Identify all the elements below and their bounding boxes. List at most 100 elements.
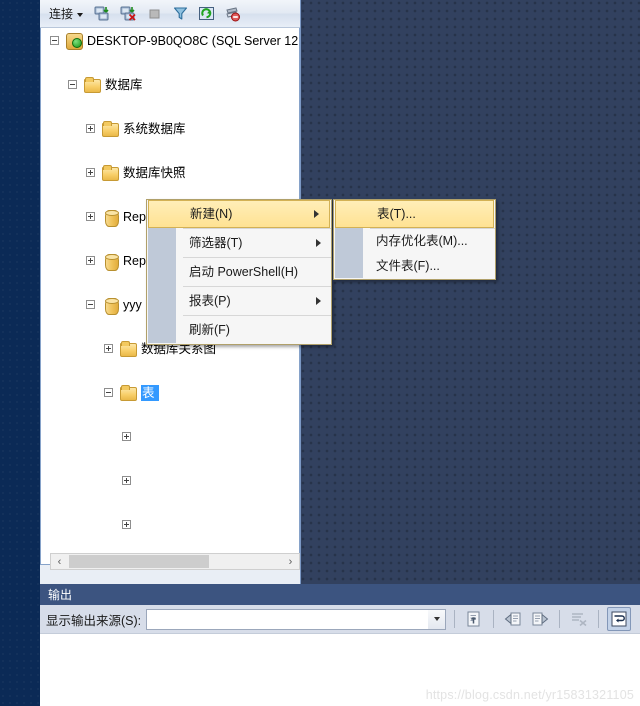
toolbar-separator xyxy=(559,610,561,628)
watermark-text: https://blog.csdn.net/yr15831321105 xyxy=(425,688,634,702)
go-to-next-message-button[interactable] xyxy=(529,608,551,630)
toolbar-separator xyxy=(598,610,600,628)
submenu-item-label: 表(T)... xyxy=(377,207,416,221)
context-menu-item-label: 新建(N) xyxy=(190,207,233,221)
folder-icon xyxy=(84,77,101,93)
tree-row-system-databases[interactable]: 系统数据库 xyxy=(41,118,299,140)
output-title-bar: 输出 xyxy=(40,584,640,605)
connect-object-explorer-button[interactable] xyxy=(91,2,114,25)
tree-row-hidden-1[interactable] xyxy=(41,426,299,448)
show-output-from-combobox[interactable] xyxy=(146,608,447,630)
server-icon xyxy=(66,33,83,50)
context-menu-item-refresh[interactable]: 刷新(F) xyxy=(147,316,331,344)
expand-toggle[interactable] xyxy=(86,212,95,221)
clear-all-button[interactable] xyxy=(568,608,590,630)
stop-icon xyxy=(149,9,160,19)
scroll-right-arrow-icon[interactable]: › xyxy=(282,554,299,569)
tree-row-hidden-3[interactable] xyxy=(41,514,299,536)
folder-icon xyxy=(102,165,119,181)
new-submenu[interactable]: 表(T)... 内存优化表(M)... 文件表(F)... xyxy=(333,199,496,280)
tree-label: 系统数据库 xyxy=(123,122,186,136)
submenu-item-label: 内存优化表(M)... xyxy=(376,234,468,248)
collapse-toggle[interactable] xyxy=(104,388,113,397)
tree-row-hidden-2[interactable] xyxy=(41,470,299,492)
find-message-icon xyxy=(467,611,480,627)
arrow-right-icon xyxy=(532,612,549,626)
scroll-left-arrow-icon[interactable]: ‹ xyxy=(51,554,68,569)
refresh-icon xyxy=(199,7,215,20)
desktop-background-left xyxy=(0,0,40,706)
context-menu-item-start-powershell[interactable]: 启动 PowerShell(H) xyxy=(147,258,331,286)
tree-row-server[interactable]: DESKTOP-9B0QO8C (SQL Server 12 xyxy=(41,30,299,52)
tree-label: 表 xyxy=(142,386,155,400)
context-menu-item-label: 启动 PowerShell(H) xyxy=(189,265,299,279)
refresh-button[interactable] xyxy=(195,2,218,25)
no-sync-icon xyxy=(226,7,241,22)
go-to-previous-message-button[interactable] xyxy=(502,608,524,630)
context-menu-item-label: 刷新(F) xyxy=(189,323,230,337)
expand-toggle[interactable] xyxy=(104,344,113,353)
collapse-toggle[interactable] xyxy=(50,36,59,45)
connect-icon xyxy=(94,6,109,21)
expand-toggle[interactable] xyxy=(86,124,95,133)
submenu-item-label: 文件表(F)... xyxy=(376,259,440,273)
submenu-item-filetable[interactable]: 文件表(F)... xyxy=(334,254,495,279)
expand-toggle[interactable] xyxy=(86,168,95,177)
output-title-label: 输出 xyxy=(48,588,73,602)
expand-toggle[interactable] xyxy=(122,476,131,485)
tree-label: 数据库 xyxy=(105,78,143,92)
folder-icon xyxy=(120,341,137,357)
desktop-background-right xyxy=(300,0,640,584)
tree-row-databases[interactable]: 数据库 xyxy=(41,74,299,96)
expand-toggle[interactable] xyxy=(122,432,131,441)
arrow-left-icon xyxy=(504,612,521,626)
clear-all-icon xyxy=(572,613,587,627)
tree-label: 数据库快照 xyxy=(123,166,186,180)
expand-toggle[interactable] xyxy=(122,520,131,529)
tree-label: yyy xyxy=(123,298,142,312)
no-sync-button[interactable] xyxy=(221,2,244,25)
context-menu[interactable]: 新建(N) 筛选器(T) 启动 PowerShell(H) 报表(P) 刷新(F… xyxy=(146,199,332,345)
context-menu-item-filter[interactable]: 筛选器(T) xyxy=(147,229,331,257)
word-wrap-icon xyxy=(611,611,627,627)
toolbar-separator xyxy=(454,610,456,628)
find-message-button[interactable] xyxy=(463,608,485,630)
database-icon xyxy=(105,254,119,271)
database-icon xyxy=(105,298,119,315)
context-menu-item-reports[interactable]: 报表(P) xyxy=(147,287,331,315)
toolbar-separator xyxy=(493,610,495,628)
folder-icon xyxy=(102,121,119,137)
connect-dropdown-button[interactable]: 连接 xyxy=(44,2,88,25)
filter-button[interactable] xyxy=(169,2,192,25)
output-toolbar: 显示输出来源(S): xyxy=(40,605,640,634)
toggle-word-wrap-button[interactable] xyxy=(607,607,632,631)
submenu-item-table[interactable]: 表(T)... xyxy=(335,200,494,228)
chevron-down-icon xyxy=(433,617,440,621)
database-icon xyxy=(105,210,119,227)
tree-row-database-snapshots[interactable]: 数据库快照 xyxy=(41,162,299,184)
submenu-arrow-icon xyxy=(316,239,321,247)
folder-icon xyxy=(120,385,137,401)
submenu-arrow-icon xyxy=(316,297,321,305)
object-explorer-toolbar: 连接 xyxy=(40,0,300,28)
collapse-toggle[interactable] xyxy=(86,300,95,309)
show-output-from-label: 显示输出来源(S): xyxy=(46,613,142,628)
context-menu-item-label: 报表(P) xyxy=(189,294,231,308)
collapse-toggle[interactable] xyxy=(68,80,77,89)
filter-icon xyxy=(173,7,188,20)
tree-label: DESKTOP-9B0QO8C (SQL Server 12 xyxy=(87,34,299,48)
context-menu-item-label: 筛选器(T) xyxy=(189,236,243,250)
disconnect-icon xyxy=(120,6,136,21)
expand-toggle[interactable] xyxy=(86,256,95,265)
tree-row-tables[interactable]: 表 xyxy=(41,382,299,404)
combobox-dropdown-button[interactable] xyxy=(428,609,446,629)
context-menu-item-new[interactable]: 新建(N) xyxy=(148,200,330,228)
connect-button-label: 连接 xyxy=(49,7,74,21)
disconnect-object-explorer-button[interactable] xyxy=(117,2,140,25)
submenu-item-memory-optimized-table[interactable]: 内存优化表(M)... xyxy=(334,229,495,254)
scrollbar-thumb[interactable] xyxy=(69,555,209,568)
tree-horizontal-scrollbar[interactable]: ‹ › xyxy=(50,553,300,570)
submenu-arrow-icon xyxy=(314,210,319,218)
chevron-down-icon xyxy=(77,13,84,17)
stop-button[interactable] xyxy=(143,2,166,25)
